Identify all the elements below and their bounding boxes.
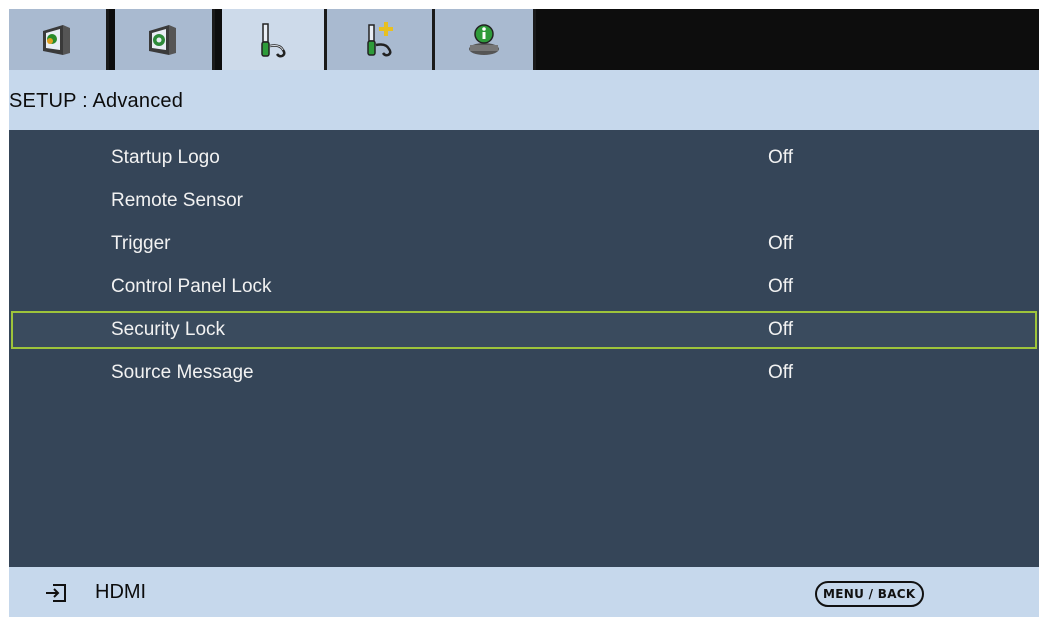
menu-item-value: Off [768, 319, 793, 340]
tab-setup[interactable] [222, 9, 327, 72]
tab-info[interactable] [435, 9, 536, 70]
input-source-label: HDMI [95, 581, 147, 603]
tab-picture[interactable] [9, 9, 109, 70]
menu-item-startup-logo[interactable]: Startup Logo Off [11, 139, 1037, 177]
menu-item-label: Source Message [111, 362, 254, 383]
advanced-setup-icon [366, 21, 393, 56]
input-source-icon [46, 584, 66, 602]
status-bar: HDMI MENU / BACK [9, 567, 1039, 617]
page-title: SETUP : Advanced [9, 90, 184, 112]
menu-item-remote-sensor[interactable]: Remote Sensor [11, 182, 1037, 220]
menu-item-trigger[interactable]: Trigger Off [11, 225, 1037, 263]
tab-advanced-setup[interactable] [327, 9, 435, 70]
settings-list: Startup Logo Off Remote Sensor Trigger O… [9, 130, 1039, 567]
setup-icon [261, 22, 286, 57]
menu-item-value: Off [768, 362, 793, 383]
menu-item-label: Control Panel Lock [111, 276, 272, 297]
tab-bar [9, 9, 1039, 72]
menu-header: SETUP : Advanced [0, 70, 1039, 130]
menu-item-label: Startup Logo [111, 147, 220, 168]
osd-menu: SETUP : Advanced Startup Logo Off Remote… [0, 0, 1039, 617]
menu-item-security-lock[interactable]: Security Lock Off [11, 311, 1037, 349]
menu-item-value: Off [768, 276, 793, 297]
menu-item-label: Trigger [111, 233, 171, 254]
menu-back-hint: MENU / BACK [815, 581, 924, 607]
menu-item-label: Remote Sensor [111, 190, 244, 211]
menu-item-control-panel-lock[interactable]: Control Panel Lock Off [11, 268, 1037, 306]
menu-item-label: Security Lock [111, 319, 226, 340]
info-icon [469, 23, 499, 55]
menu-item-value: Off [768, 147, 793, 168]
picture-icon [42, 24, 70, 55]
image-settings-icon [148, 24, 176, 55]
menu-item-source-message[interactable]: Source Message Off [11, 354, 1037, 392]
tab-image-settings[interactable] [115, 9, 215, 70]
menu-item-value: Off [768, 233, 793, 254]
